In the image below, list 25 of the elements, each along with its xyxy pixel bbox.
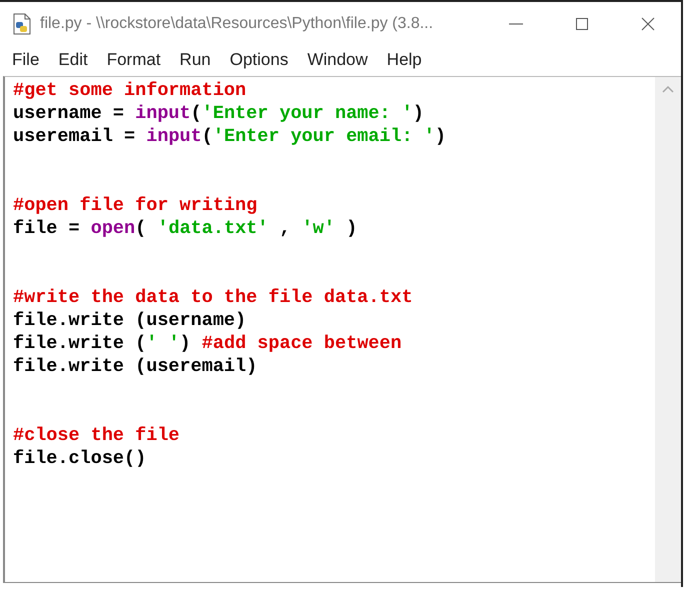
menu-item[interactable]: Edit	[58, 50, 88, 70]
code-line: #get some information	[13, 79, 246, 102]
code-line: #write the data to the file data.txt	[13, 286, 413, 309]
python-file-icon	[12, 13, 32, 35]
close-icon	[640, 16, 656, 32]
code-line: file.write (username)	[13, 309, 246, 332]
menu-item[interactable]: Format	[106, 50, 161, 70]
minimize-icon	[509, 23, 523, 25]
code-line: file.write (' ') #add space between	[13, 332, 402, 355]
menu-item[interactable]: File	[12, 50, 40, 70]
code-line: file.write (useremail)	[13, 355, 258, 378]
scrollbar[interactable]	[655, 77, 681, 582]
menu-item[interactable]: Window	[307, 50, 368, 70]
window-title: file.py - \\rockstore\data\Resources\Python\file.py (3.8...	[40, 15, 434, 33]
maximize-icon	[574, 16, 590, 32]
code-line: username = input('Enter your name: ')	[13, 102, 424, 125]
code-line: file.close()	[13, 447, 146, 470]
code-line: #close the file	[13, 424, 180, 447]
scroll-up-icon[interactable]	[662, 85, 674, 93]
code-line: useremail = input('Enter your email: ')	[13, 125, 446, 148]
menu-item[interactable]: Help	[386, 50, 422, 70]
code-line: #open file for writing	[13, 194, 258, 217]
menu-item[interactable]: Run	[180, 50, 211, 70]
code-line: file = open( 'data.txt' , 'w' )	[13, 217, 358, 240]
menu-item[interactable]: Options	[230, 50, 288, 70]
